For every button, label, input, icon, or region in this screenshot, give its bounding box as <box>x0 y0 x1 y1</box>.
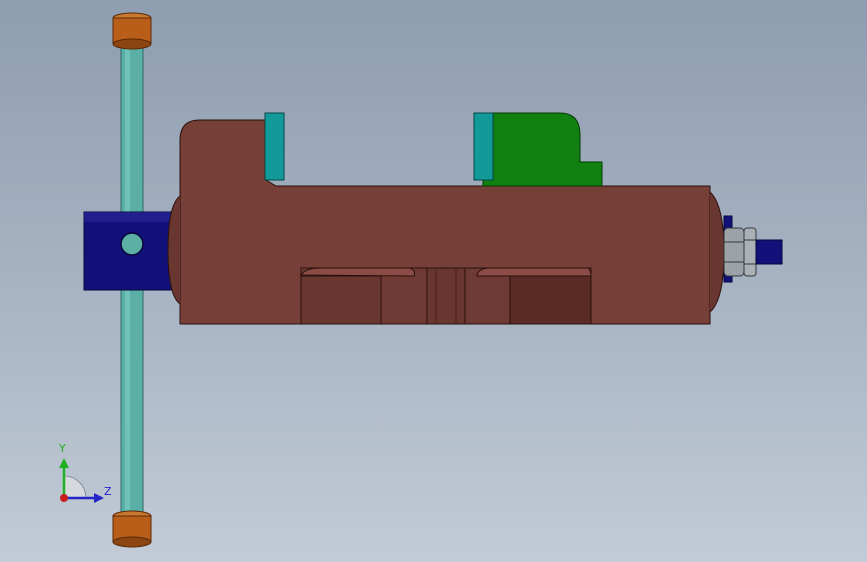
vise-model[interactable] <box>0 0 867 562</box>
moving-jaw[interactable] <box>473 112 603 187</box>
fixed-jaw-plate[interactable] <box>264 112 285 181</box>
reference-triad[interactable]: Y Z <box>52 440 122 510</box>
spindle-hub[interactable] <box>83 211 173 291</box>
nut-assembly[interactable] <box>723 215 783 283</box>
vise-body[interactable] <box>167 119 725 325</box>
z-axis-label: Z <box>104 485 112 498</box>
handle-cap-bottom[interactable] <box>112 510 152 548</box>
y-axis-label: Y <box>59 442 66 455</box>
handle-cap-top[interactable] <box>112 12 152 50</box>
graphics-viewport[interactable]: Y Z <box>0 0 867 562</box>
